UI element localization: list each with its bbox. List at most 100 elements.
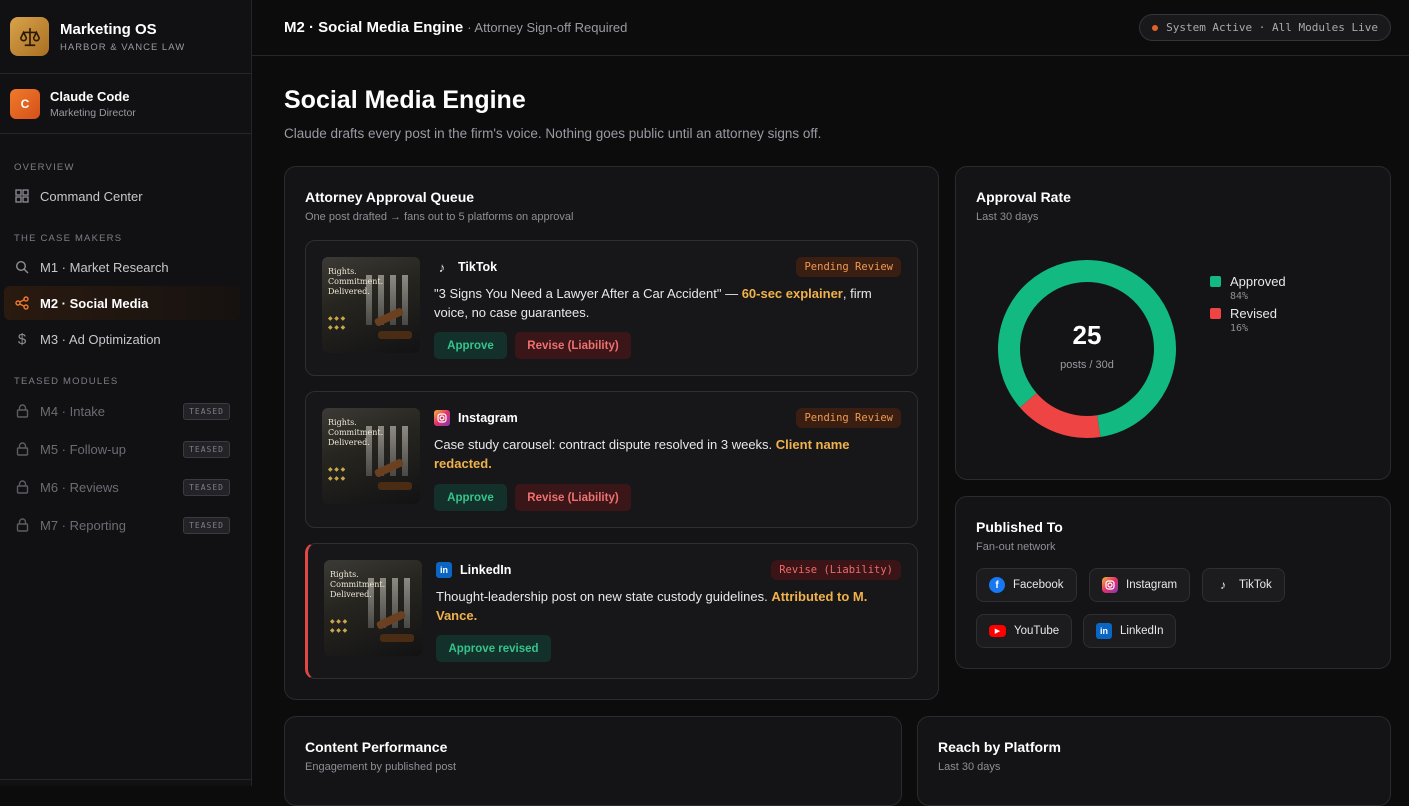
legend-swatch (1210, 308, 1221, 319)
donut-center-label: posts / 30d (1060, 359, 1114, 371)
post-thumbnail: Rights. Commitment. Delivered. ◆ ◆ ◆ ◆ ◆ … (324, 560, 422, 656)
facebook-icon: f (989, 577, 1005, 593)
approve-button[interactable]: Approve (434, 332, 507, 359)
post-text-a: "3 Signs You Need a Lawyer After a Car A… (434, 286, 742, 301)
sidebar-item-label: M5 · Follow-up (40, 441, 126, 457)
user-profile[interactable]: C Claude Code Marketing Director (0, 74, 251, 134)
post-text: "3 Signs You Need a Lawyer After a Car A… (434, 285, 889, 322)
avatar: C (10, 88, 40, 119)
chip-label: Instagram (1126, 579, 1178, 591)
teased-badge: TEASED (183, 440, 230, 458)
revise-liability-button[interactable]: Revise (Liability) (515, 332, 631, 359)
sidebar-item-m2[interactable]: M2 · Social Media (4, 286, 240, 320)
teased-badge: TEASED (183, 516, 230, 534)
post-text: Thought-leadership post on new state cus… (436, 588, 889, 625)
sidebar-item-m1[interactable]: M1 · Market Research (4, 250, 240, 284)
platform-name: TikTok (458, 260, 498, 274)
legend-label: Revised (1230, 306, 1277, 321)
status-badge: Pending Review (796, 257, 901, 277)
legend-value: 16% (1230, 323, 1249, 334)
status-dot-icon (1152, 24, 1159, 31)
platform-name: Instagram (458, 411, 518, 425)
legend-value: 84% (1230, 291, 1249, 302)
nav-section-case-makers: THE CASE MAKERS (14, 233, 123, 244)
instagram-icon (1102, 577, 1118, 593)
queue-post-instagram: Rights. Commitment. Delivered. ◆ ◆ ◆ ◆ ◆ … (305, 391, 918, 528)
sidebar-item-m3[interactable]: $ M3 · Ad Optimization (4, 322, 240, 356)
lock-icon (14, 403, 30, 419)
brand-title: Marketing OS (60, 20, 157, 38)
scales-logo-icon (10, 17, 49, 56)
content-performance-card: Content Performance Engagement by publis… (284, 716, 902, 806)
tiktok-icon: ♪ (1220, 578, 1226, 592)
teased-badge: TEASED (183, 478, 230, 496)
approve-revised-button[interactable]: Approve revised (436, 635, 551, 662)
chip-instagram[interactable]: Instagram (1089, 568, 1191, 602)
thumbnail-caption: Rights. Commitment. Delivered. (330, 570, 386, 599)
sidebar-item-m4[interactable]: M4 · Intake TEASED (4, 394, 240, 428)
chip-tiktok[interactable]: ♪ TikTok (1202, 568, 1285, 602)
chip-label: Facebook (1013, 579, 1064, 591)
brand-subtitle: HARBOR & VANCE LAW (60, 41, 186, 53)
sidebar-item-command-center[interactable]: Command Center (4, 179, 240, 213)
platform-name: LinkedIn (460, 563, 512, 577)
nav-section-teased: TEASED MODULES (14, 376, 119, 387)
card-subtitle: Last 30 days (976, 211, 1039, 223)
sidebar-item-m7[interactable]: M7 · Reporting TEASED (4, 508, 240, 542)
page-subtitle: Claude drafts every post in the firm's v… (284, 126, 822, 141)
post-highlight: 60-sec explainer (741, 286, 843, 301)
post-thumbnail: Rights. Commitment. Delivered. ◆ ◆ ◆ ◆ ◆ … (322, 408, 420, 504)
status-badge: Revise (Liability) (771, 560, 901, 580)
teased-badge: TEASED (183, 402, 230, 420)
sidebar-item-label: M6 · Reviews (40, 479, 119, 495)
card-subtitle: One post drafted → fans out to 5 platfor… (305, 211, 574, 223)
thumbnail-caption: Rights. Commitment. Delivered. (328, 267, 384, 296)
grid-icon (14, 188, 30, 204)
card-subtitle: Engagement by published post (305, 761, 457, 773)
post-text: Case study carousel: contract dispute re… (434, 436, 889, 473)
chip-label: LinkedIn (1120, 625, 1164, 637)
system-status-pill: System Active · All Modules Live (1139, 14, 1391, 41)
search-icon (14, 259, 30, 275)
header-subtitle: · Attorney Sign-off Required (467, 20, 628, 35)
chip-facebook[interactable]: f Facebook (976, 568, 1077, 602)
lock-icon (14, 441, 30, 457)
sidebar: Marketing OS HARBOR & VANCE LAW C Claude… (0, 0, 252, 786)
legend-revised: Revised 16% (1210, 306, 1277, 334)
reach-by-platform-card: Reach by Platform Last 30 days (917, 716, 1391, 806)
approve-button[interactable]: Approve (434, 484, 507, 511)
legend-approved: Approved 84% (1210, 274, 1286, 302)
linkedin-icon: in (1096, 623, 1112, 639)
chip-linkedin[interactable]: in LinkedIn (1083, 614, 1177, 648)
post-platform: ♪ TikTok (434, 259, 497, 275)
queue-post-tiktok: Rights. Commitment. Delivered. ◆ ◆ ◆ ◆ ◆ … (305, 240, 918, 376)
sidebar-item-label: M4 · Intake (40, 403, 106, 419)
revise-liability-button[interactable]: Revise (Liability) (515, 484, 631, 511)
sidebar-item-m5[interactable]: M5 · Follow-up TEASED (4, 432, 240, 466)
card-title: Reach by Platform (938, 739, 1061, 755)
sidebar-item-m6[interactable]: M6 · Reviews TEASED (4, 470, 240, 504)
brand-header: Marketing OS HARBOR & VANCE LAW (0, 0, 251, 74)
share-icon (14, 295, 30, 311)
page-title: Social Media Engine (284, 86, 526, 114)
card-subtitle: Fan-out network (976, 541, 1056, 553)
legend-label: Approved (1230, 274, 1286, 289)
sidebar-item-label: M1 · Market Research (40, 259, 169, 275)
sidebar-item-label: M3 · Ad Optimization (40, 331, 161, 347)
legend-swatch (1210, 276, 1221, 287)
approval-queue-card: Attorney Approval Queue One post drafted… (284, 166, 939, 700)
linkedin-icon: in (436, 562, 452, 578)
lock-icon (14, 479, 30, 495)
chip-youtube[interactable]: ▶ YouTube (976, 614, 1073, 648)
card-title: Published To (976, 519, 1063, 535)
top-bar: M2 · Social Media Engine · Attorney Sign… (252, 0, 1409, 56)
user-name: Claude Code (50, 88, 130, 104)
tiktok-icon: ♪ (438, 259, 446, 275)
nav-section-overview: OVERVIEW (14, 162, 75, 173)
queue-post-linkedin: Rights. Commitment. Delivered. ◆ ◆ ◆ ◆ ◆ … (305, 543, 918, 679)
status-badge: Pending Review (796, 408, 901, 428)
lock-icon (14, 517, 30, 533)
header-title: M2 · Social Media Engine (284, 19, 464, 36)
card-title: Content Performance (305, 739, 448, 755)
user-role: Marketing Director (50, 106, 136, 119)
